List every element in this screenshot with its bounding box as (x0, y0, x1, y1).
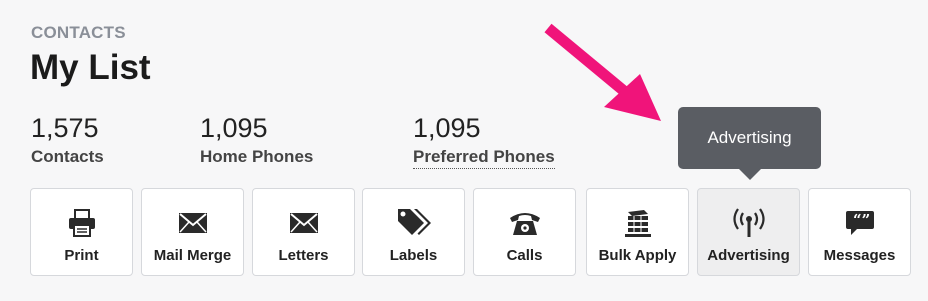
annotation-arrow-icon (544, 23, 661, 121)
